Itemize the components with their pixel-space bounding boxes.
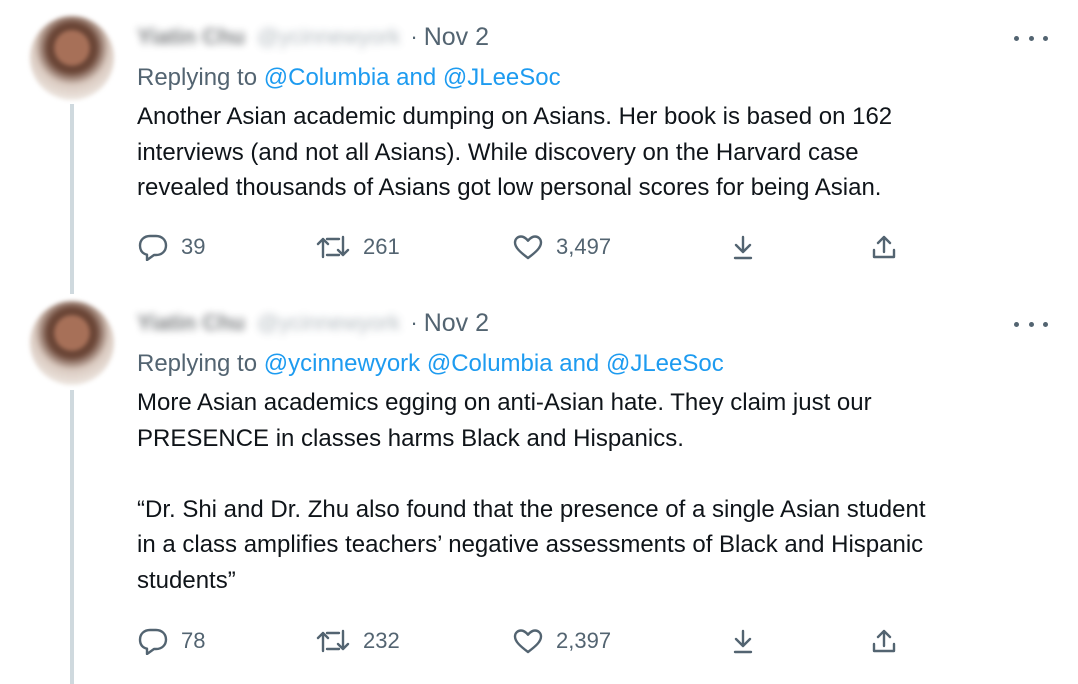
tweet-text-line: students” [137,566,236,594]
reply-button[interactable]: 78 [137,626,205,656]
like-icon [513,629,543,654]
avatar[interactable] [30,301,114,385]
tweet-text-line: in a class amplifies teachers’ negative … [137,531,924,558]
retweet-button[interactable]: 232 [315,626,400,656]
tweet-text-line: More Asian academics egging on anti-Asia… [137,389,872,416]
replying-to: Replying to @ycinnewyork @Columbia and @… [137,350,724,378]
replying-to-label: Replying to [137,350,258,377]
tweet-text: More Asian academics egging on anti-Asia… [137,385,1057,598]
separator-dot: · [410,310,418,335]
author-name[interactable]: Yiatin Chu [137,310,245,336]
reply-count: 78 [181,628,206,653]
reply-icon [138,628,168,655]
author-handle[interactable]: @ycinnewyork [257,310,400,336]
bookmark-icon [733,629,753,654]
retweet-count: 232 [363,628,400,653]
share-button[interactable] [870,626,898,656]
like-button[interactable]: 2,397 [512,626,611,656]
more-icon[interactable] [1014,317,1048,331]
tweet-text-line: PRESENCE in classes harms Black and Hisp… [137,424,684,452]
retweet-icon [316,629,350,653]
replying-to-link[interactable]: @ycinnewyork @Columbia and @JLeeSoc [264,350,724,377]
tweet-header: Yiatin Chu @ycinnewyork · Nov 2 [137,306,489,340]
share-icon [872,629,896,653]
tweet-actions: 78 232 2,397 [137,626,917,656]
tweet-date[interactable]: Nov 2 [424,309,489,338]
tweet[interactable]: Yiatin Chu @ycinnewyork · Nov 2 Replying… [0,0,1078,684]
like-count: 2,397 [556,628,612,653]
tweet-text-line: “Dr. Shi and Dr. Zhu also found that the… [137,495,926,523]
bookmark-button[interactable] [730,626,756,656]
